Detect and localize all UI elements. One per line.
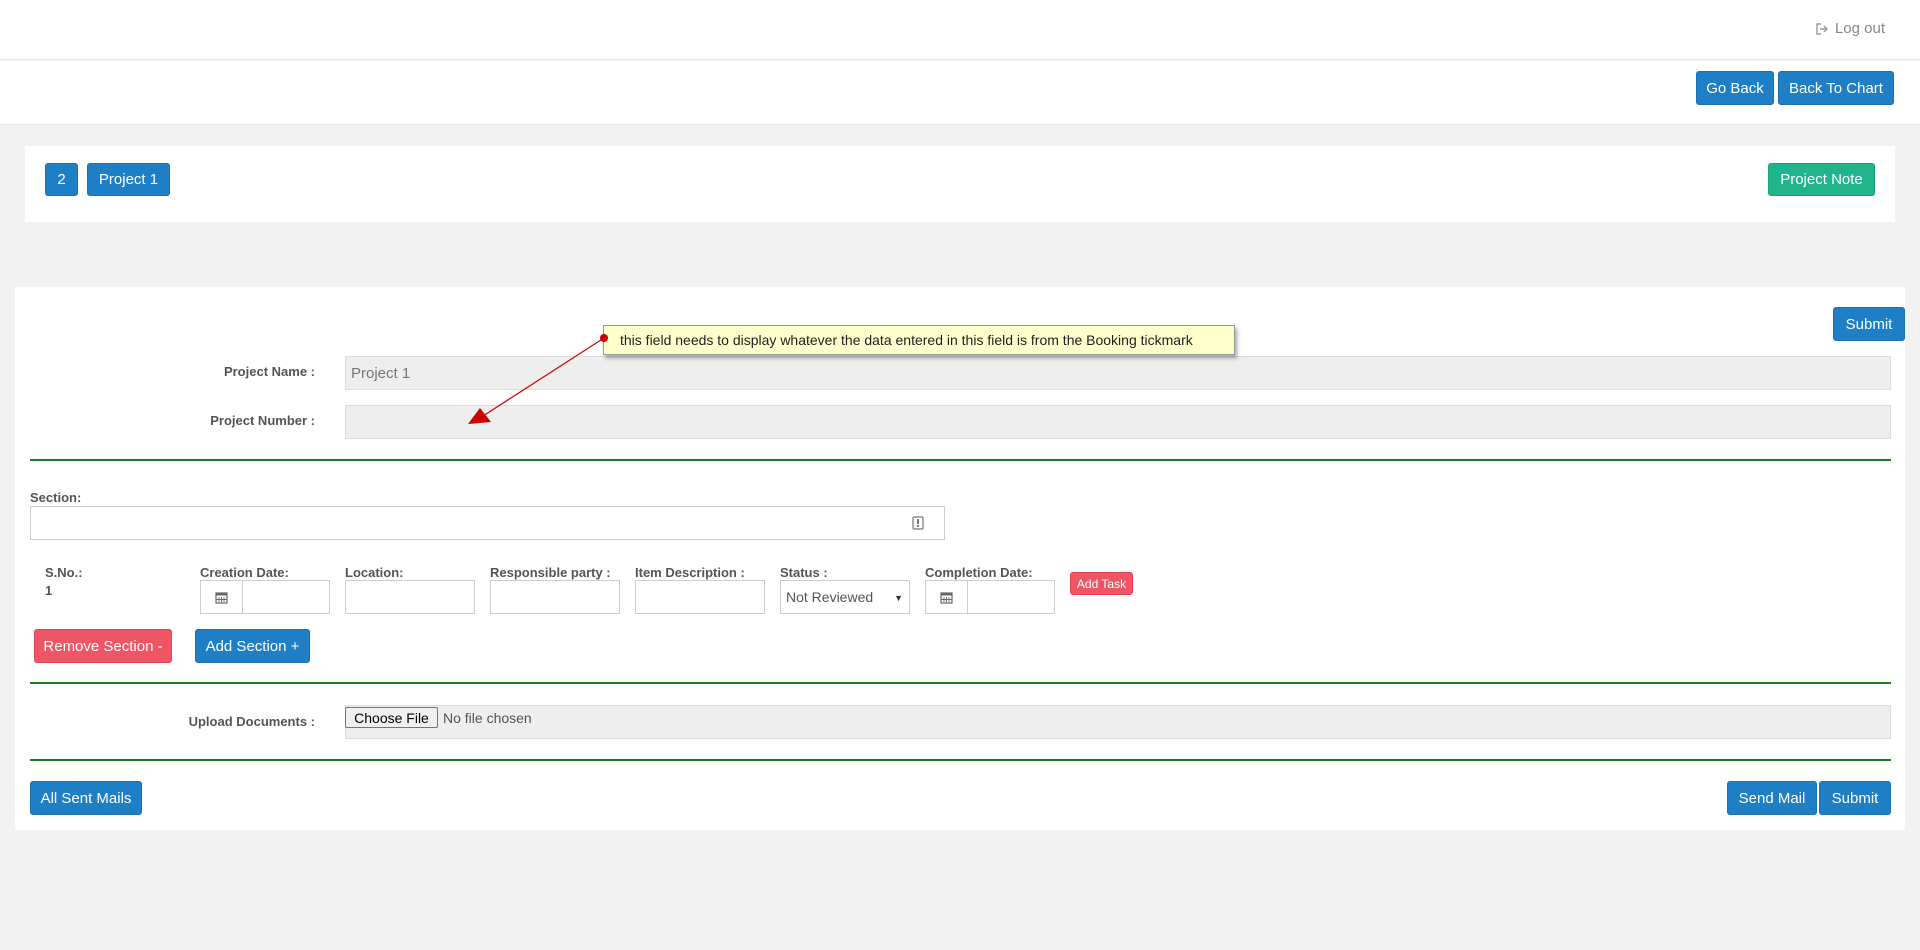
annotation-callout: this field needs to display whatever the… [603, 325, 1235, 355]
divider [30, 682, 1891, 684]
caret-down-icon: ▼ [894, 593, 903, 603]
choose-file-button[interactable]: Choose File [345, 707, 438, 728]
sno-label: S.No.: [45, 565, 83, 580]
back-to-chart-button[interactable]: Back To Chart [1778, 71, 1894, 105]
action-bar: Go Back Back To Chart [0, 61, 1920, 125]
project-name-label: Project Name : [223, 364, 315, 379]
send-mail-button[interactable]: Send Mail [1727, 781, 1817, 815]
section-label: Section: [30, 490, 82, 505]
creation-date-field[interactable] [200, 580, 330, 614]
location-input[interactable] [345, 580, 475, 614]
project-button[interactable]: Project 1 [87, 163, 170, 196]
completion-date-field[interactable] [925, 580, 1055, 614]
logout-link[interactable]: Log out [1816, 20, 1885, 37]
status-select[interactable]: Not Reviewed ▼ [780, 580, 910, 614]
top-bar: Log out [0, 0, 1920, 60]
section-input[interactable] [30, 506, 945, 540]
all-sent-mails-button[interactable]: All Sent Mails [30, 781, 142, 815]
creation-date-label: Creation Date: [200, 565, 289, 580]
responsible-party-input[interactable] [490, 580, 620, 614]
calendar-icon[interactable] [201, 581, 243, 613]
upload-documents-field [345, 705, 1891, 739]
project-note-button[interactable]: Project Note [1768, 163, 1875, 196]
annotation-text: this field needs to display whatever the… [620, 332, 1193, 348]
file-status-text: No file chosen [443, 709, 532, 726]
completion-date-label: Completion Date: [925, 565, 1033, 580]
submit-bottom-button[interactable]: Submit [1819, 781, 1891, 815]
status-label: Status : [780, 565, 828, 580]
submit-top-button[interactable]: Submit [1833, 307, 1905, 341]
upload-documents-label: Upload Documents : [188, 714, 315, 729]
project-number-label: Project Number : [210, 413, 315, 428]
logout-icon [1816, 22, 1829, 35]
divider [30, 759, 1891, 761]
add-task-button[interactable]: Add Task [1070, 572, 1133, 595]
divider [30, 459, 1891, 461]
project-number-badge[interactable]: 2 [45, 163, 78, 196]
location-label: Location: [345, 565, 404, 580]
add-section-button[interactable]: Add Section + [195, 629, 310, 663]
sno-value: 1 [45, 583, 53, 598]
project-name-input[interactable]: Project 1 [345, 356, 1891, 390]
project-number-input[interactable] [345, 405, 1891, 439]
status-value: Not Reviewed [786, 589, 874, 605]
calendar-icon[interactable] [926, 581, 968, 613]
responsible-party-label: Responsible party : [490, 565, 611, 580]
logout-label: Log out [1834, 20, 1885, 37]
project-bar: 2 Project 1 Project Note [25, 146, 1895, 222]
remove-section-button[interactable]: Remove Section - [34, 629, 172, 663]
go-back-button[interactable]: Go Back [1696, 71, 1774, 105]
contact-card-icon [912, 516, 924, 534]
item-description-input[interactable] [635, 580, 765, 614]
item-description-label: Item Description : [635, 565, 745, 580]
